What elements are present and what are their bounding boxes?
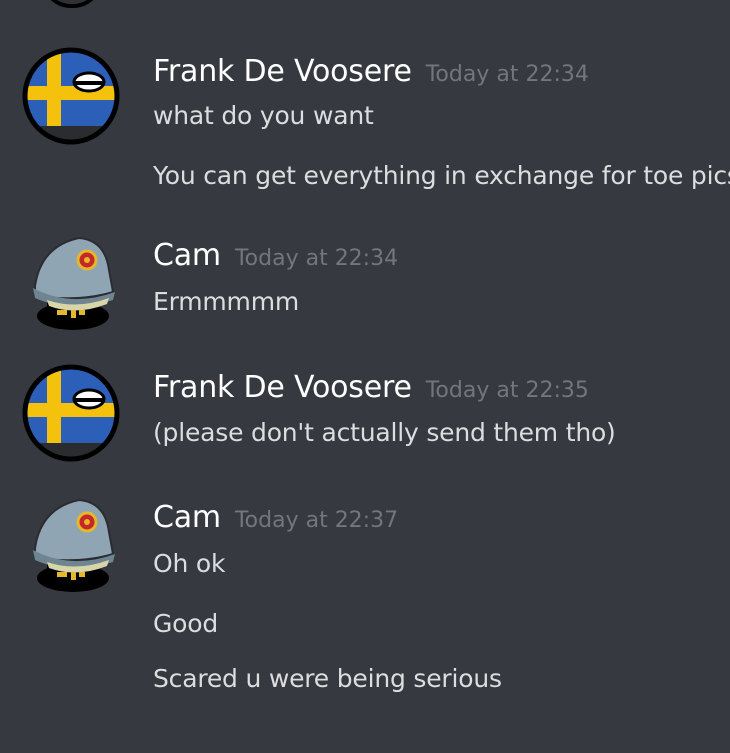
message-text: (please don't actually send them tho): [153, 418, 616, 447]
message-text: Oh ok: [153, 549, 226, 578]
username[interactable]: Cam: [153, 238, 221, 273]
message-header: Frank De Voosere Today at 22:34: [153, 54, 589, 89]
avatar[interactable]: [21, 46, 121, 146]
officer-cap-countryball-icon: [33, 498, 115, 592]
message-text: Good: [153, 609, 219, 638]
message-header: Frank De Voosere Today at 22:35: [153, 370, 589, 405]
message-text: Scared u were being serious: [153, 664, 502, 693]
timestamp[interactable]: Today at 22:35: [426, 378, 589, 403]
avatar[interactable]: [21, 492, 121, 592]
sweden-countryball-icon: [22, 364, 120, 462]
timestamp[interactable]: Today at 22:34: [426, 62, 589, 87]
username[interactable]: Frank De Voosere: [153, 370, 412, 405]
avatar[interactable]: [21, 363, 121, 463]
avatar[interactable]: [21, 230, 121, 330]
username[interactable]: Cam: [153, 500, 221, 535]
username[interactable]: Frank De Voosere: [153, 54, 412, 89]
previous-avatar-partial: [41, 0, 103, 8]
timestamp[interactable]: Today at 22:34: [235, 246, 398, 271]
message-text: You can get everything in exchange for t…: [153, 161, 730, 190]
officer-cap-countryball-icon: [33, 236, 115, 330]
message-text: what do you want: [153, 101, 374, 130]
message-header: Cam Today at 22:34: [153, 238, 398, 273]
message-header: Cam Today at 22:37: [153, 500, 398, 535]
timestamp[interactable]: Today at 22:37: [235, 508, 398, 533]
sweden-countryball-icon: [22, 47, 120, 145]
message-text: Ermmmmm: [153, 287, 299, 316]
